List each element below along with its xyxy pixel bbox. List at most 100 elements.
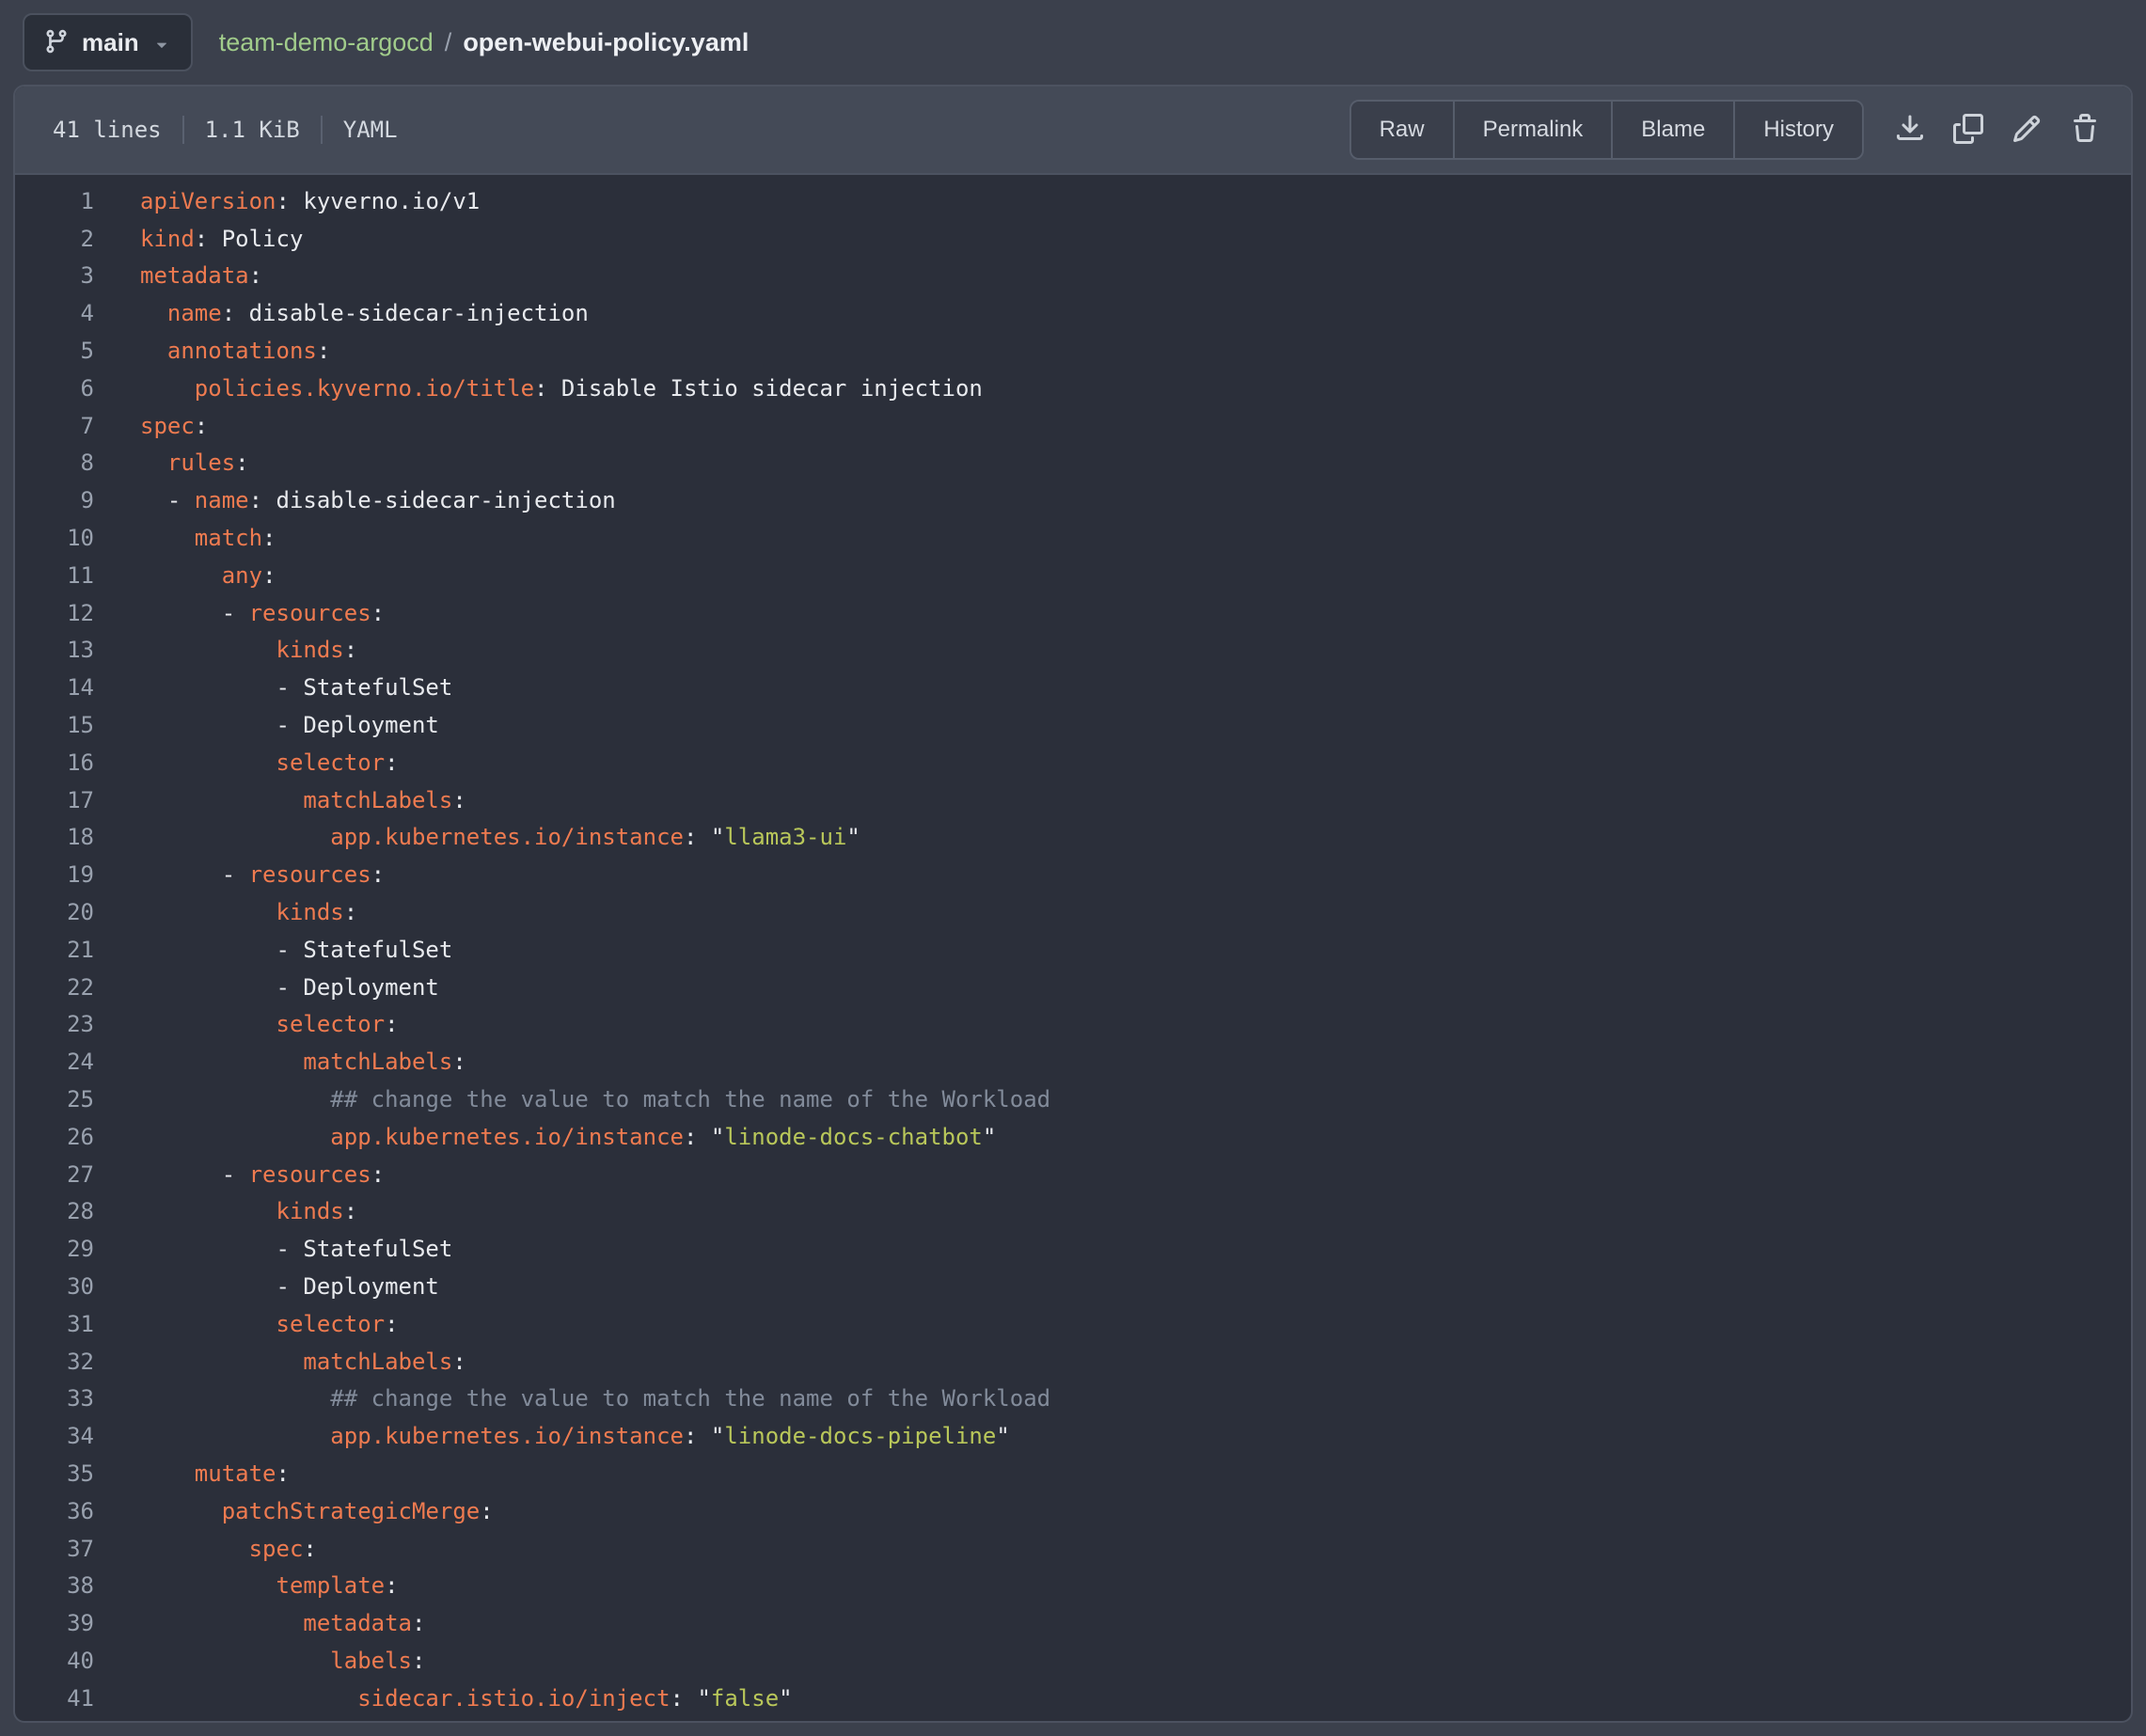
- raw-button[interactable]: Raw: [1351, 102, 1453, 158]
- line-number[interactable]: 16: [15, 750, 94, 776]
- code-row: 18 app.kubernetes.io/instance: "llama3-u…: [15, 819, 2131, 857]
- code-row: 33 ## change the value to match the name…: [15, 1381, 2131, 1418]
- line-number[interactable]: 3: [15, 262, 94, 289]
- line-number[interactable]: 13: [15, 637, 94, 663]
- code-row: 23 selector:: [15, 1006, 2131, 1044]
- code-line-content: match:: [94, 525, 276, 551]
- code-line-content: metadata:: [94, 262, 262, 289]
- git-branch-icon: [43, 28, 70, 57]
- code-line-content: kinds:: [94, 899, 357, 925]
- code-line-content: - StatefulSet: [94, 937, 452, 963]
- code-row: 3metadata:: [15, 258, 2131, 295]
- blame-button[interactable]: Blame: [1611, 102, 1733, 158]
- code-line-content: - StatefulSet: [94, 1236, 452, 1262]
- line-number[interactable]: 38: [15, 1572, 94, 1599]
- line-number[interactable]: 26: [15, 1124, 94, 1150]
- code-row: 41 sidecar.istio.io/inject: "false": [15, 1680, 2131, 1717]
- download-button[interactable]: [1881, 101, 1939, 159]
- meta-divider: [182, 116, 184, 144]
- code-row: 27 - resources:: [15, 1156, 2131, 1193]
- line-number[interactable]: 8: [15, 450, 94, 476]
- chevron-down-icon: [151, 30, 172, 55]
- code-row: 19 - resources:: [15, 856, 2131, 893]
- line-number[interactable]: 39: [15, 1610, 94, 1636]
- code-row: 8 rules:: [15, 445, 2131, 482]
- code-row: 22 - Deployment: [15, 969, 2131, 1006]
- line-number[interactable]: 18: [15, 824, 94, 850]
- line-number[interactable]: 37: [15, 1536, 94, 1562]
- code-row: 37 spec:: [15, 1530, 2131, 1568]
- line-number[interactable]: 10: [15, 525, 94, 551]
- line-number[interactable]: 36: [15, 1498, 94, 1524]
- copy-button[interactable]: [1939, 101, 1997, 159]
- pencil-icon: [2012, 114, 2042, 147]
- line-number[interactable]: 11: [15, 562, 94, 589]
- code-line-content: - StatefulSet: [94, 674, 452, 701]
- line-number[interactable]: 30: [15, 1273, 94, 1300]
- delete-button[interactable]: [2056, 101, 2114, 159]
- line-number[interactable]: 5: [15, 338, 94, 364]
- line-number[interactable]: 15: [15, 712, 94, 738]
- code-row: 38 template:: [15, 1567, 2131, 1604]
- code-row: 11 any:: [15, 557, 2131, 594]
- code-line-content: policies.kyverno.io/title: Disable Istio…: [94, 375, 983, 402]
- permalink-button[interactable]: Permalink: [1453, 102, 1612, 158]
- code-line-content: kinds:: [94, 637, 357, 663]
- line-number[interactable]: 29: [15, 1236, 94, 1262]
- code-line-content: labels:: [94, 1648, 425, 1674]
- line-number[interactable]: 40: [15, 1648, 94, 1674]
- line-number[interactable]: 12: [15, 600, 94, 626]
- code-line-content: rules:: [94, 450, 249, 476]
- code-line-content: ## change the value to match the name of…: [94, 1385, 1050, 1412]
- line-number[interactable]: 17: [15, 787, 94, 813]
- line-number[interactable]: 14: [15, 674, 94, 701]
- breadcrumb: team-demo-argocd / open-webui-policy.yam…: [219, 28, 750, 57]
- code-row: 1apiVersion: kyverno.io/v1: [15, 182, 2131, 220]
- branch-selector-button[interactable]: main: [23, 13, 193, 71]
- code-row: 36 patchStrategicMerge:: [15, 1492, 2131, 1530]
- line-number[interactable]: 41: [15, 1685, 94, 1712]
- file-language: YAML: [343, 117, 398, 143]
- line-number[interactable]: 35: [15, 1460, 94, 1487]
- trash-icon: [2070, 114, 2100, 147]
- line-number[interactable]: 31: [15, 1311, 94, 1337]
- code-line-content: - name: disable-sidecar-injection: [94, 487, 616, 513]
- line-number[interactable]: 6: [15, 375, 94, 402]
- line-number[interactable]: 33: [15, 1385, 94, 1412]
- file-action-button-group: Raw Permalink Blame History: [1349, 100, 1864, 160]
- history-button[interactable]: History: [1733, 102, 1862, 158]
- line-number[interactable]: 9: [15, 487, 94, 513]
- line-number[interactable]: 25: [15, 1086, 94, 1113]
- line-number[interactable]: 23: [15, 1011, 94, 1037]
- line-number[interactable]: 2: [15, 226, 94, 252]
- code-row: 10 match:: [15, 519, 2131, 557]
- line-number[interactable]: 7: [15, 413, 94, 439]
- code-line-content: name: disable-sidecar-injection: [94, 300, 589, 326]
- top-bar: main team-demo-argocd / open-webui-polic…: [0, 0, 2146, 85]
- line-number[interactable]: 24: [15, 1049, 94, 1075]
- code-line-content: metadata:: [94, 1610, 425, 1636]
- line-number[interactable]: 20: [15, 899, 94, 925]
- line-number[interactable]: 22: [15, 974, 94, 1001]
- code-row: 35 mutate:: [15, 1455, 2131, 1492]
- edit-button[interactable]: [1997, 101, 2056, 159]
- line-number[interactable]: 28: [15, 1198, 94, 1224]
- code-line-content: selector:: [94, 750, 399, 776]
- line-number[interactable]: 27: [15, 1161, 94, 1188]
- download-icon: [1895, 114, 1925, 147]
- code-line-content: - Deployment: [94, 974, 439, 1001]
- line-number[interactable]: 34: [15, 1423, 94, 1449]
- code-row: 25 ## change the value to match the name…: [15, 1081, 2131, 1118]
- code-row: 32 matchLabels:: [15, 1343, 2131, 1381]
- code-row: 34 app.kubernetes.io/instance: "linode-d…: [15, 1417, 2131, 1455]
- code-row: 21 - StatefulSet: [15, 931, 2131, 969]
- line-number[interactable]: 1: [15, 188, 94, 214]
- line-number[interactable]: 4: [15, 300, 94, 326]
- line-number[interactable]: 32: [15, 1349, 94, 1375]
- file-meta: 41 lines 1.1 KiB YAML: [53, 116, 398, 144]
- code-row: 12 - resources:: [15, 594, 2131, 632]
- line-number[interactable]: 19: [15, 861, 94, 888]
- line-number[interactable]: 21: [15, 937, 94, 963]
- breadcrumb-repo-link[interactable]: team-demo-argocd: [219, 28, 434, 57]
- code-row: 24 matchLabels:: [15, 1043, 2131, 1081]
